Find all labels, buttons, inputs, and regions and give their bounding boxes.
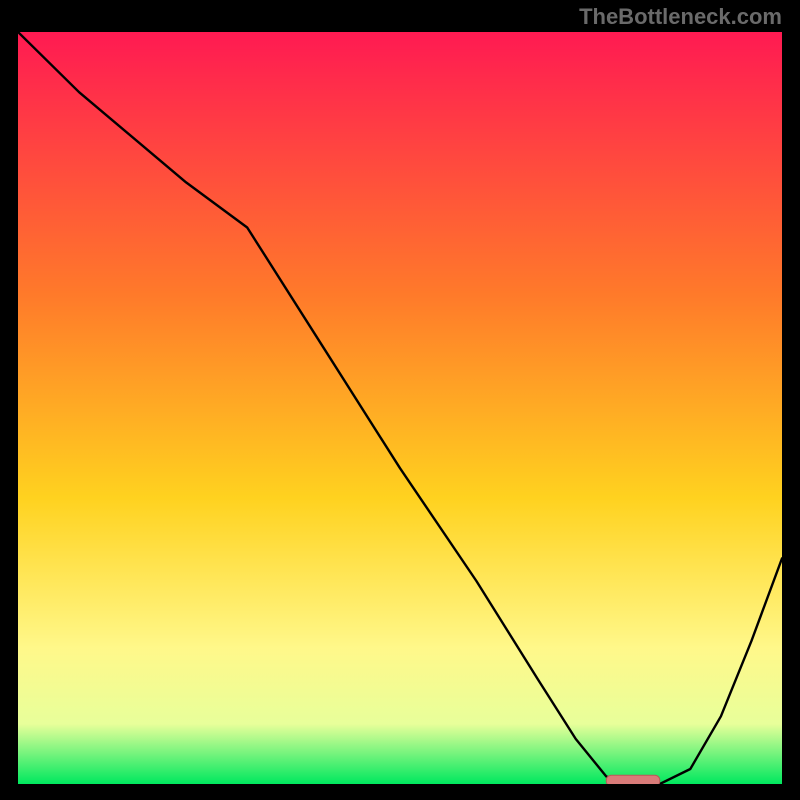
watermark-text: TheBottleneck.com xyxy=(579,4,782,30)
optimal-marker xyxy=(606,775,660,784)
chart-container: TheBottleneck.com xyxy=(0,0,800,800)
plot-area xyxy=(18,32,782,784)
gradient-background xyxy=(18,32,782,784)
chart-svg xyxy=(18,32,782,784)
